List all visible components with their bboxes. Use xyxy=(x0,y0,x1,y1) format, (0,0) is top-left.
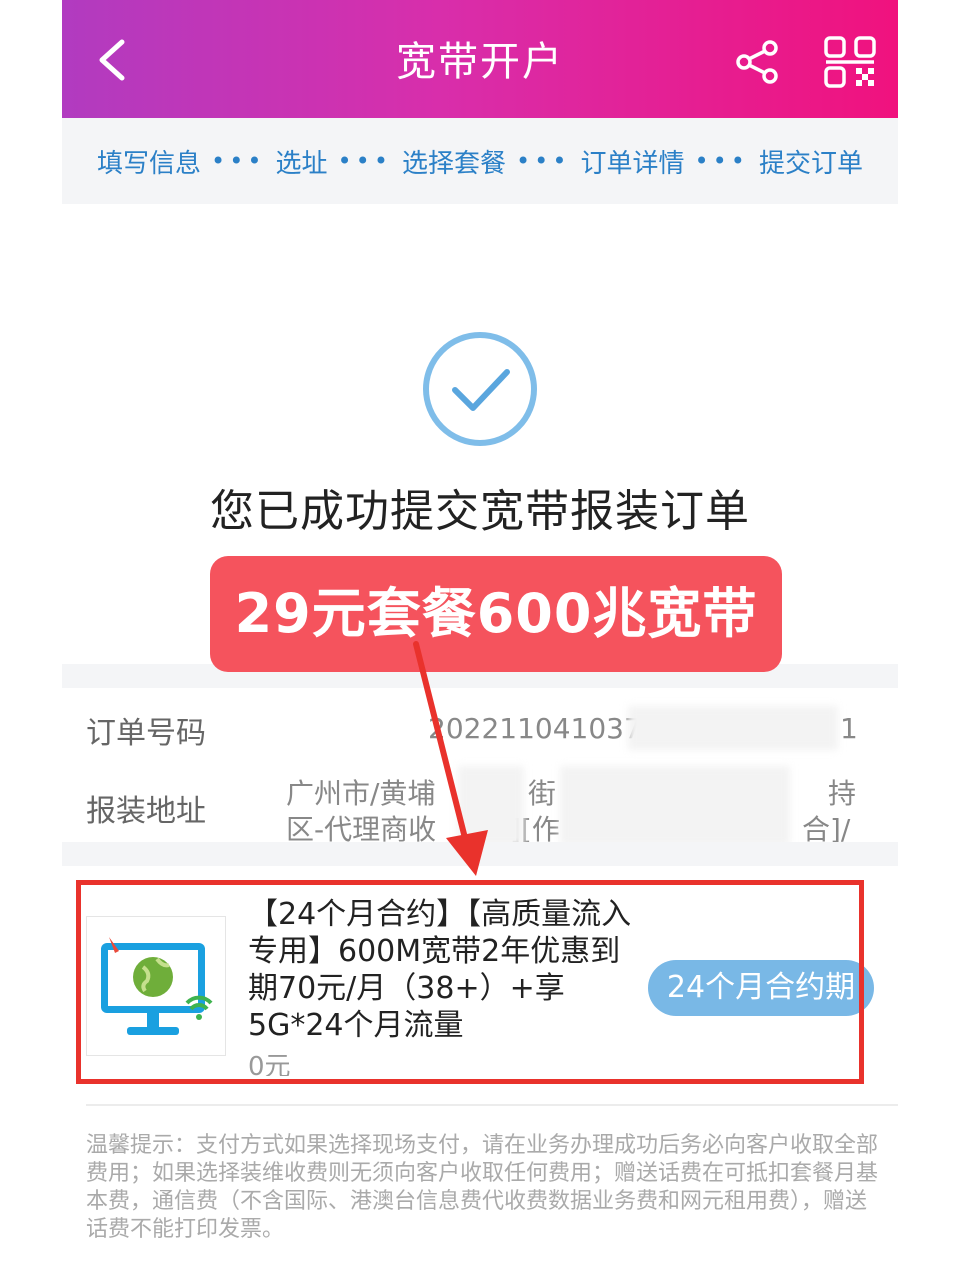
annotation-arrow-icon xyxy=(413,641,488,876)
